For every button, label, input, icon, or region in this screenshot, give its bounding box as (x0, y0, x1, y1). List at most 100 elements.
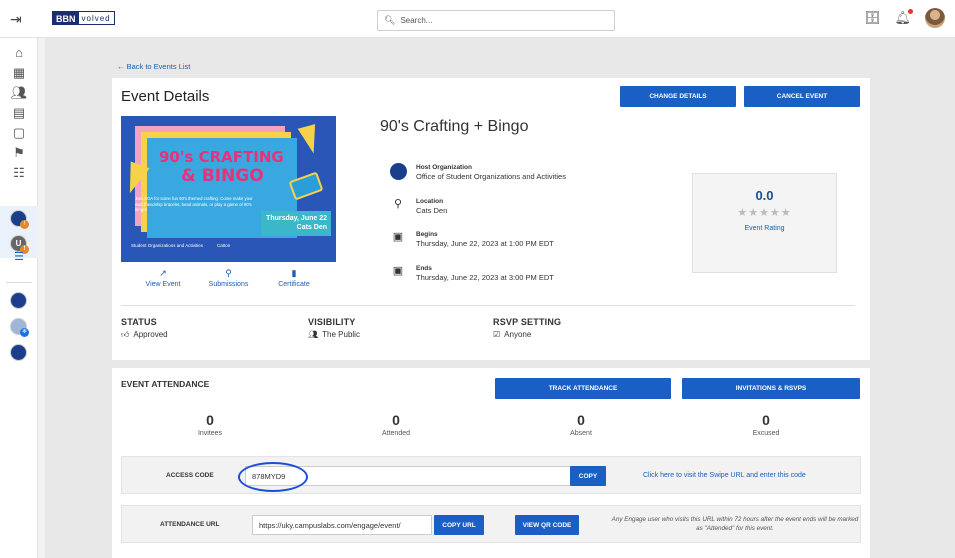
collapse-sidebar-icon[interactable]: ⇥ (10, 11, 22, 28)
certificate-label: Certificate (278, 281, 310, 288)
people-icon[interactable]: 👥︎ (0, 84, 38, 102)
certificate-link[interactable]: ▮ Certificate (264, 268, 324, 288)
top-icons: 🗄︎ 🔔︎ (864, 8, 945, 28)
begins-value: Thursday, June 22, 2023 at 1:00 PM EDT (416, 239, 554, 248)
location-info: ⚲ Location Cats Den (390, 197, 447, 216)
invitees-count: 0 Invitees (180, 412, 240, 437)
invitations-rsvps-button[interactable]: INVITATIONS & RSVPS (682, 378, 860, 399)
home-icon[interactable]: ⌂ (0, 44, 38, 62)
poster-title-line1: 90's CRAFTING (159, 148, 284, 166)
attendance-url-note: Any Engage user who visits this URL with… (611, 516, 859, 532)
absent-label: Absent (570, 430, 592, 437)
snowflake-badge-icon: ❄ (20, 328, 29, 337)
calendar-icon[interactable]: ▦ (0, 64, 38, 82)
attendance-title: EVENT ATTENDANCE (121, 379, 210, 389)
view-qr-code-button[interactable]: VIEW QR CODE (515, 515, 579, 535)
ends-label: Ends (416, 265, 432, 272)
list-icon[interactable]: ☰ (0, 248, 38, 266)
logo-part1: BBN (53, 12, 79, 24)
host-label: Host Organization (416, 164, 472, 171)
host-org-logo[interactable] (390, 163, 407, 180)
begins-info: ▣ Begins Thursday, June 22, 2023 at 1:00… (390, 230, 554, 249)
sidebar-org-avatar-1[interactable]: ! (10, 210, 29, 229)
host-value: Office of Student Organizations and Acti… (416, 172, 566, 181)
calendar-icon: ▣ (392, 231, 404, 243)
copy-code-button[interactable]: COPY (570, 466, 606, 486)
checkbox-calendar-icon: ☑ (493, 330, 501, 339)
sidebar-org-avatar-2[interactable] (10, 292, 27, 309)
status-value: Approved (133, 330, 168, 339)
ends-info: ▣ Ends Thursday, June 22, 2023 at 3:00 P… (390, 264, 554, 283)
poster-logos: Student Organizations and Activities Cat… (131, 243, 230, 248)
user-avatar[interactable] (925, 8, 945, 28)
notification-dot (908, 9, 913, 14)
cancel-event-button[interactable]: CANCEL EVENT (744, 86, 860, 107)
absent-count: 0 Absent (551, 412, 611, 437)
host-organization: Host Organization Office of Student Orga… (390, 163, 566, 182)
search-input[interactable]: 🔍︎ Search... (377, 10, 615, 31)
poster-actions: ↗ View Event ⚲ Submissions ▮ Certificate (121, 268, 336, 288)
document-icon[interactable]: ▤ (0, 104, 38, 122)
rating-value: 0.0 (755, 188, 774, 203)
change-details-button[interactable]: CHANGE DETAILS (620, 86, 736, 107)
warning-badge-icon: ! (20, 220, 29, 229)
view-event-link[interactable]: ↗ View Event (133, 268, 193, 288)
poster-title-line2: & BINGO (181, 166, 264, 186)
absent-value: 0 (577, 412, 585, 428)
ribbon-icon[interactable]: ⚑ (0, 144, 38, 162)
status-block: STATUS 👍︎ Approved (121, 317, 168, 340)
thumbs-up-icon: 👍︎ (121, 330, 130, 339)
sidebar: ⌂ ▦ 👥︎ ▤ ▢ ⚑ ☷ ! U! ☰ ❄ (0, 38, 38, 558)
excused-value: 0 (762, 412, 770, 428)
submissions-link[interactable]: ⚲ Submissions (199, 268, 259, 288)
access-code-band: ACCESS CODE 878MYD9 COPY Click here to v… (121, 456, 861, 494)
rsvp-label: RSVP SETTING (493, 317, 562, 327)
swipe-url-link[interactable]: Click here to visit the Swipe URL and en… (643, 472, 806, 479)
search-icon: ⚲ (225, 268, 232, 278)
sidebar-org-avatar-4[interactable] (10, 344, 27, 361)
event-rating-box: 0.0 ★★★★★ Event Rating (692, 173, 837, 273)
back-to-events-link[interactable]: ← Back to Events List (117, 62, 190, 71)
poster-blurb: Join SOA for some fun 90's themed crafti… (135, 196, 253, 212)
lightning-bolt-icon (297, 124, 323, 156)
invitees-label: Invitees (197, 430, 223, 437)
submissions-label: Submissions (208, 281, 249, 288)
attended-value: 0 (392, 412, 400, 428)
attended-count: 0 Attended (366, 412, 426, 437)
rating-stars-icon: ★★★★★ (737, 207, 792, 219)
sidebar-org-avatar-3[interactable]: ❄ (10, 318, 29, 337)
copy-url-button[interactable]: COPY URL (434, 515, 484, 535)
visibility-block: VISIBILITY 👥︎ The Public (308, 317, 360, 339)
excused-count: 0 Excused (736, 412, 796, 437)
rsvp-block: RSVP SETTING ☑ Anyone (493, 317, 561, 339)
attended-label: Attended (381, 430, 411, 437)
poster-date: Thursday, June 22 (266, 215, 327, 222)
invitees-value: 0 (206, 412, 214, 428)
people-icon: 👥︎ (308, 330, 319, 339)
external-link-icon: ↗ (159, 268, 167, 278)
archive-icon[interactable]: 🗄︎ (864, 10, 881, 26)
page-title: Event Details (121, 88, 210, 105)
attendance-url-label: ATTENDANCE URL (160, 521, 220, 528)
access-code-label: ACCESS CODE (166, 472, 214, 479)
track-attendance-button[interactable]: TRACK ATTENDANCE (495, 378, 671, 399)
calendar-icon: ▣ (392, 265, 404, 277)
begins-label: Begins (416, 231, 438, 238)
bell-icon[interactable]: 🔔︎ (894, 9, 913, 26)
app-logo[interactable]: BBN volved (52, 11, 115, 25)
poster-date-box: Thursday, June 22 Cats Den (261, 211, 331, 236)
attendance-url-field[interactable]: https://uky.campuslabs.com/engage/event/ (252, 515, 432, 535)
event-rating-link[interactable]: Event Rating (693, 225, 836, 232)
visibility-label: VISIBILITY (308, 317, 356, 327)
divider (121, 305, 855, 306)
filters-icon[interactable]: ☷ (0, 164, 38, 182)
rsvp-value: Anyone (504, 330, 532, 339)
event-name: 90's Crafting + Bingo (380, 118, 529, 135)
poster-logo-soa: Student Organizations and Activities (131, 243, 204, 248)
status-label: STATUS (121, 317, 157, 327)
event-poster-image: 90's CRAFTING & BINGO Join SOA for some … (121, 116, 336, 262)
logo-part2: volved (81, 14, 111, 23)
attendance-url-band: ATTENDANCE URL https://uky.campuslabs.co… (121, 505, 861, 543)
bookmark-icon: ▮ (291, 268, 297, 278)
file-icon[interactable]: ▢ (0, 124, 38, 142)
